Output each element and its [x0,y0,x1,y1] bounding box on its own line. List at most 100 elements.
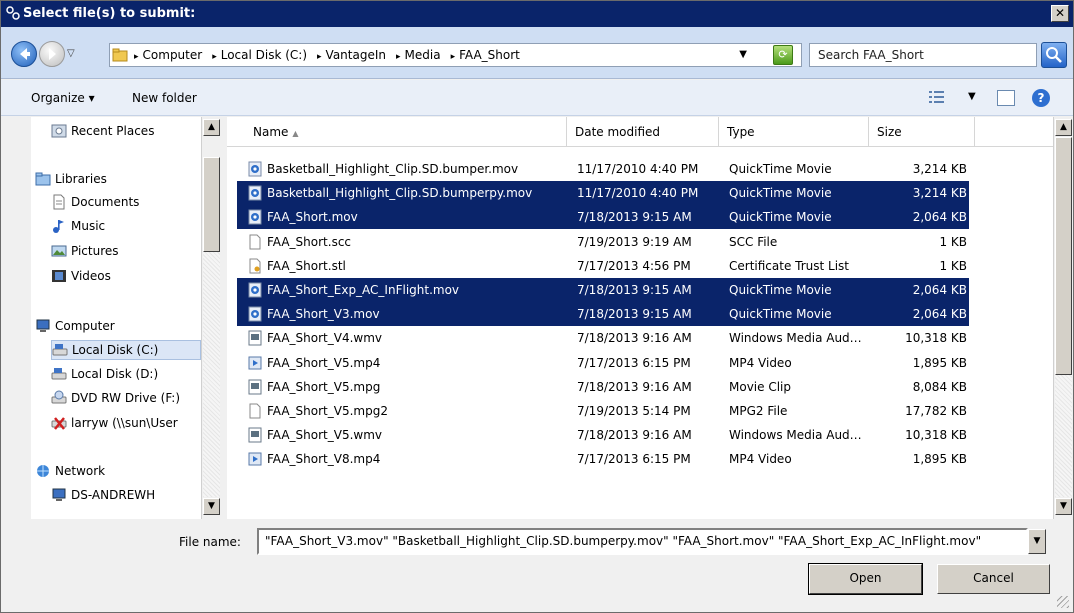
scroll-down-arrow-icon[interactable]: ▼ [1055,498,1072,515]
forward-button[interactable] [39,41,65,67]
cancel-button[interactable]: Cancel [937,564,1050,594]
breadcrumb-item[interactable]: ▸ Local Disk (C:) [212,48,307,62]
breadcrumb-item[interactable]: ▸ VantageIn [317,48,386,62]
file-row[interactable]: FAA_Short_V4.wmv 7/18/2013 9:16 AM Windows… [237,326,969,350]
scroll-thumb[interactable] [203,157,220,252]
new-folder-button[interactable]: New folder [132,91,197,105]
file-date: 7/19/2013 5:14 PM [577,404,691,418]
column-name-label: Name [253,125,289,139]
file-date: 7/18/2013 9:16 AM [577,379,692,394]
scroll-up-arrow-icon[interactable]: ▲ [1055,119,1072,136]
nav-item-label: Libraries [55,172,107,186]
column-size-label: Size [877,125,902,139]
window-title: Select file(s) to submit: [23,6,196,21]
close-button[interactable]: ✕ [1051,5,1069,22]
refresh-button[interactable]: ⟳ [773,45,793,65]
column-header-name[interactable]: Name ▲ [227,117,567,147]
column-header-date[interactable]: Date modified [567,117,719,147]
preview-pane-icon[interactable] [997,90,1015,106]
nav-item[interactable]: Local Disk (D:) [51,365,220,385]
file-date: 11/17/2010 4:40 PM [577,162,699,176]
file-row[interactable]: FAA_Short.stl 7/17/2013 4:56 PM Certificat… [237,254,969,278]
media-file-icon [248,330,262,346]
file-row[interactable]: FAA_Short_V3.mov 7/18/2013 9:15 AM QuickTi… [237,302,969,327]
file-size: 10,318 KB [905,428,967,443]
file-list-scrollbar[interactable]: ▲ ▼ [1053,117,1073,519]
nav-item[interactable]: Recent Places [51,122,220,142]
file-row[interactable]: FAA_Short_V5.wmv 7/18/2013 9:16 AM Windows… [237,423,969,447]
view-options-dropdown[interactable]: ▼ [968,91,976,102]
navigation-scrollbar[interactable]: ▲ ▼ [201,117,221,519]
resize-grip[interactable] [1057,596,1069,608]
nav-item[interactable]: DS-ANDREWH [51,486,220,506]
file-row[interactable]: FAA_Short.scc 7/19/2013 9:19 AM SCC File 1 … [237,230,969,254]
breadcrumb-separator-icon[interactable]: ▸ [317,52,322,62]
breadcrumb-separator-icon[interactable]: ▸ [212,52,217,62]
file-date: 7/18/2013 9:15 AM [577,307,692,322]
file-size: 3,214 KB [912,162,967,176]
file-row[interactable]: Basketball_Highlight_Clip.SD.bumperpy.mo… [237,181,969,206]
breadcrumb-item[interactable]: ▸ Computer [134,48,202,62]
file-name-input[interactable]: "FAA_Short_V3.mov" "Basketball_Highlight… [257,528,1028,555]
file-row[interactable]: FAA_Short_V5.mp4 7/17/2013 6:15 PM MP4 Vid… [237,351,969,375]
file-type: QuickTime Movie [729,162,832,176]
column-type-label: Type [727,125,755,139]
back-button[interactable] [11,41,37,67]
file-type: Windows Media Aud… [729,428,862,443]
file-name-dropdown[interactable]: ▼ [1028,529,1046,554]
nav-item[interactable]: Local Disk (C:) [51,340,201,360]
nav-item[interactable]: Pictures [51,242,220,262]
nav-item[interactable]: Computer [35,317,205,337]
nav-item-label: larryw (\\sun\User [71,416,178,430]
column-header-type[interactable]: Type [719,117,869,147]
file-name: FAA_Short_V8.mp4 [267,452,381,467]
search-icon [1046,47,1062,63]
file-row[interactable]: FAA_Short_V8.mp4 7/17/2013 6:15 PM MP4 Vid… [237,447,969,471]
scroll-thumb[interactable] [1055,137,1072,375]
nav-item[interactable]: Music [51,217,220,237]
file-name: FAA_Short_V4.wmv [267,331,383,346]
nav-item[interactable]: larryw (\\sun\User [51,414,220,434]
nav-item[interactable]: Network [35,462,205,482]
file-name-label: File name: [179,535,241,549]
breadcrumb-item[interactable]: ▸ Media [396,48,441,62]
file-size: 1,895 KB [912,452,967,467]
nav-item[interactable]: Videos [51,267,220,287]
change-view-icon[interactable] [929,90,945,104]
file-size: 1,895 KB [912,355,967,370]
breadcrumb-separator-icon[interactable]: ▸ [451,52,456,62]
address-row: ▽ ▸ Computer ▸ Local Disk (C:) ▸ VantageIn ▸ Me… [1,27,1073,79]
breadcrumb-separator-icon[interactable]: ▸ [134,52,139,62]
file-row[interactable]: FAA_Short_V5.mpg2 7/19/2013 5:14 PM MPG2 F… [237,399,969,423]
file-row[interactable]: FAA_Short_Exp_AC_InFlight.mov 7/18/2013 9… [237,278,969,302]
address-dropdown[interactable]: ▼ [739,49,747,60]
open-button[interactable]: Open [808,563,923,595]
file-size: 2,064 KB [912,283,967,297]
help-icon[interactable]: ? [1032,89,1050,107]
file-row[interactable]: FAA_Short.mov 7/18/2013 9:15 AM QuickTime … [237,205,969,230]
nav-item[interactable]: DVD RW Drive (F:) [51,389,220,409]
file-size: 3,214 KB [912,186,967,201]
recent-locations-dropdown[interactable]: ▽ [67,48,75,59]
music-icon [53,220,64,233]
scroll-up-arrow-icon[interactable]: ▲ [203,119,220,136]
file-row[interactable]: Basketball_Highlight_Clip.SD.bumper.mov 1… [237,157,969,181]
scroll-track[interactable] [203,252,220,497]
search-input[interactable]: Search FAA_Short [809,43,1037,67]
scroll-down-arrow-icon[interactable]: ▼ [203,498,220,515]
file-name: Basketball_Highlight_Clip.SD.bumper.mov [267,162,519,176]
command-bar: Organize ▾ New folder ▼ ? [1,80,1073,116]
file-row[interactable]: FAA_Short_V5.mpg 7/18/2013 9:16 AM Movie C… [237,375,969,399]
computer-icon [36,319,50,332]
address-bar[interactable]: ▸ Computer ▸ Local Disk (C:) ▸ VantageIn ▸ Medi… [109,43,802,67]
file-date: 7/18/2013 9:15 AM [577,210,692,225]
scroll-track[interactable] [1055,375,1072,497]
breadcrumb-separator-icon[interactable]: ▸ [396,52,401,62]
nav-item[interactable]: Documents [51,193,220,213]
breadcrumb-label: FAA_Short [459,48,520,62]
nav-item[interactable]: Libraries [35,170,205,190]
organize-button[interactable]: Organize ▾ [31,91,95,105]
column-header-size[interactable]: Size [869,117,975,147]
search-button[interactable] [1041,42,1067,68]
breadcrumb-item[interactable]: ▸ FAA_Short [451,48,520,62]
